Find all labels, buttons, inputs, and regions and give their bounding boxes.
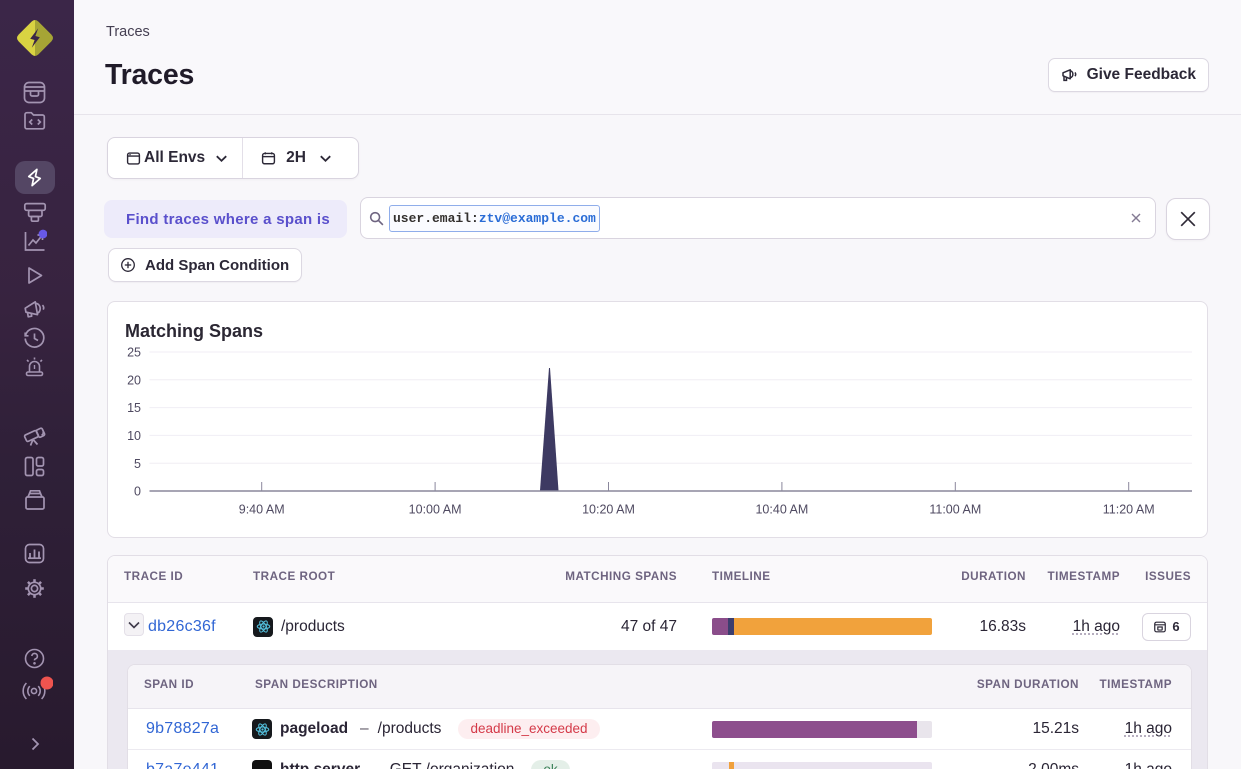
svg-text:15: 15	[127, 401, 141, 415]
svg-text:11:00 AM: 11:00 AM	[929, 502, 981, 516]
svg-text:0: 0	[134, 485, 141, 499]
svg-text:25: 25	[127, 346, 141, 360]
svg-text:10: 10	[127, 429, 141, 443]
svg-text:11:20 AM: 11:20 AM	[1103, 502, 1155, 516]
svg-text:20: 20	[127, 373, 141, 387]
svg-text:5: 5	[134, 457, 141, 471]
svg-text:10:40 AM: 10:40 AM	[755, 502, 808, 516]
svg-text:10:00 AM: 10:00 AM	[409, 502, 462, 516]
svg-text:9:40 AM: 9:40 AM	[239, 502, 285, 516]
svg-text:10:20 AM: 10:20 AM	[582, 502, 635, 516]
